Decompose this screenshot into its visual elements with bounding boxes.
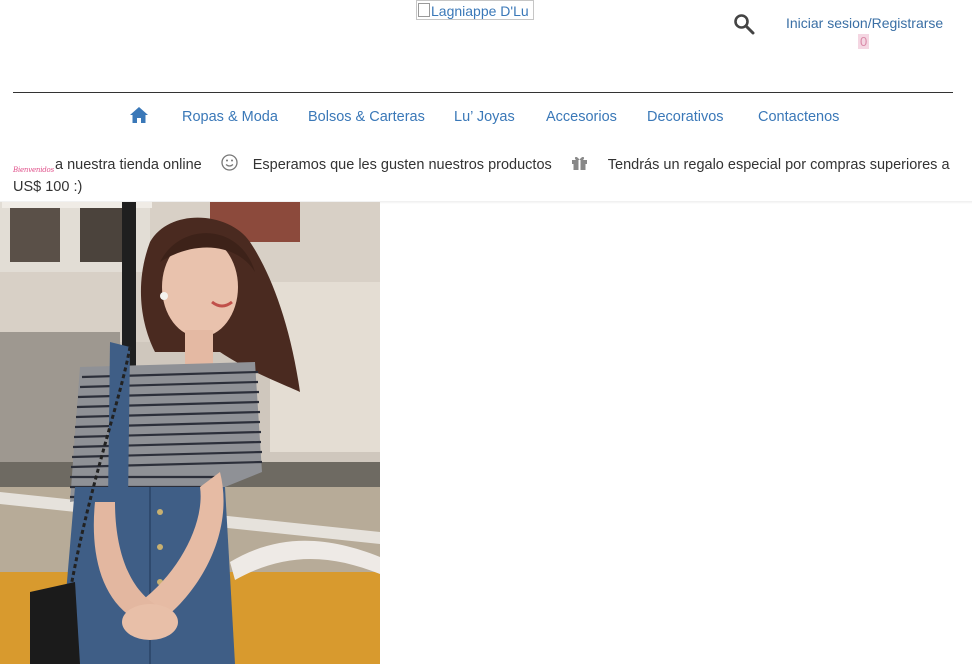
- home-icon[interactable]: [129, 106, 149, 124]
- marquee-text-welcome: a nuestra tienda online: [55, 157, 202, 173]
- nav-item-decorativos[interactable]: Decorativos: [647, 109, 724, 125]
- logo-alt-text: Lagniappe D'Lu: [431, 3, 529, 19]
- nav-item-lu-joyas[interactable]: Lu’ Joyas: [454, 109, 515, 125]
- header-divider: [13, 92, 953, 93]
- search-icon[interactable]: [733, 13, 755, 35]
- broken-image-icon: [418, 3, 430, 17]
- nav-item-contactenos[interactable]: Contactenos: [758, 109, 839, 125]
- featured-model-photo[interactable]: [0, 202, 380, 664]
- nav-item-ropas-moda[interactable]: Ropas & Moda: [182, 109, 278, 125]
- main-nav: Ropas & Moda Bolsos & Carteras Lu’ Joyas…: [0, 106, 972, 132]
- bienvenidos-image: Bienvenidos: [13, 166, 54, 174]
- cart-count-badge[interactable]: 0: [858, 34, 870, 49]
- welcome-marquee: Bienvenidos a nuestra tienda online Esper…: [13, 154, 963, 198]
- login-register-link[interactable]: Iniciar sesion/Registrarse: [786, 15, 943, 31]
- smile-icon: [221, 154, 238, 171]
- nav-item-accesorios[interactable]: Accesorios: [546, 109, 617, 125]
- nav-item-bolsos-carteras[interactable]: Bolsos & Carteras: [308, 109, 425, 125]
- marquee-text-products: Esperamos que les gusten nuestros produc…: [252, 157, 552, 173]
- logo-image[interactable]: Lagniappe D'Lu: [416, 0, 534, 20]
- gift-icon: [571, 156, 587, 170]
